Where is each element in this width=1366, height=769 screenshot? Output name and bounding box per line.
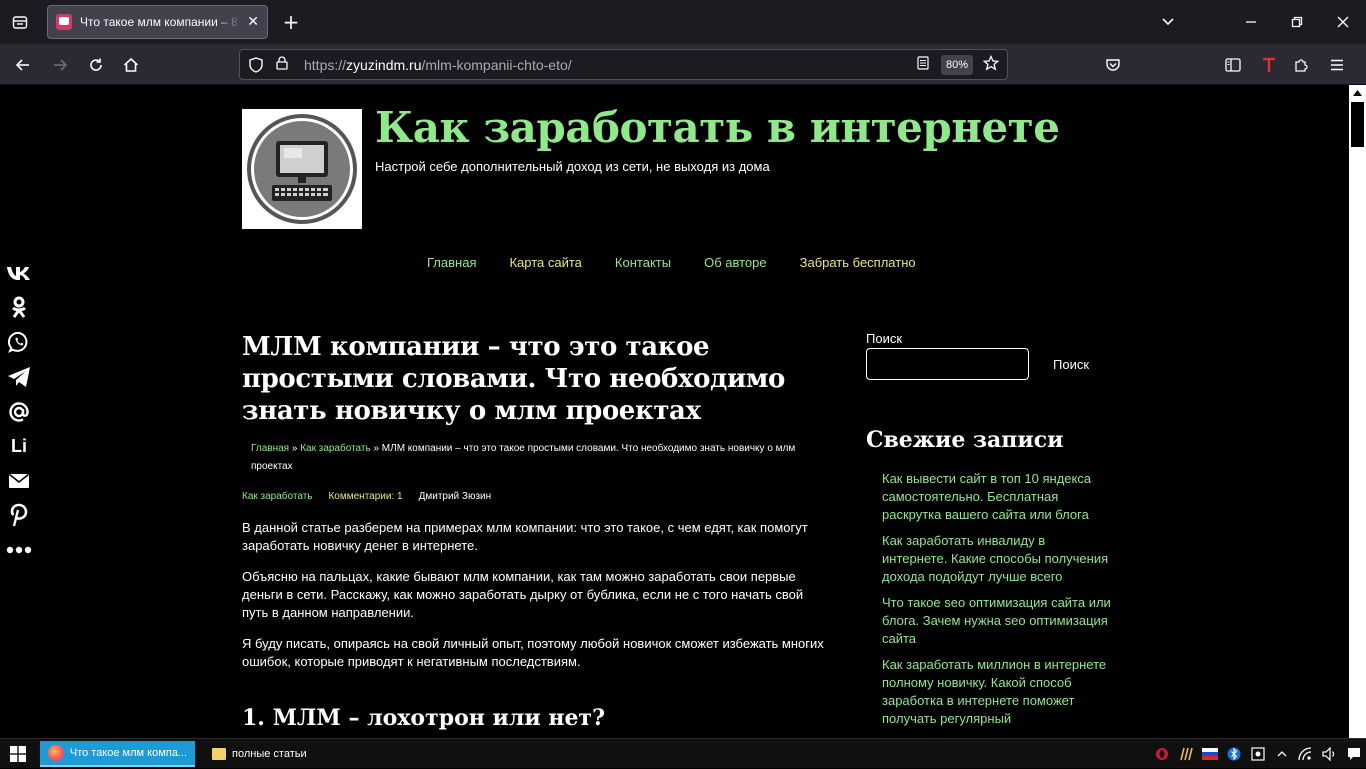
reload-icon[interactable] <box>83 52 109 78</box>
taskbar-folder-window[interactable]: полные статьи <box>204 741 369 767</box>
home-icon[interactable] <box>118 52 144 78</box>
meta-category-link[interactable]: Как заработать <box>242 491 312 502</box>
new-tab-button[interactable]: + <box>279 10 303 34</box>
url-text[interactable]: https://zyuzindm.ru/mlm-kompanii-chto-et… <box>304 57 913 73</box>
odnoklassniki-icon[interactable] <box>0 291 38 326</box>
taskbar-firefox-window[interactable]: Что такое млм компа... <box>40 741 195 767</box>
pocket-button[interactable] <box>1100 52 1126 78</box>
site-favicon-icon <box>56 14 72 30</box>
bluetooth-icon[interactable] <box>1222 739 1246 769</box>
lock-icon[interactable] <box>276 56 290 73</box>
article-title: МЛМ компании – что это такое простыми сл… <box>242 332 785 426</box>
menu-item-home[interactable]: Главная <box>427 255 476 270</box>
screen-capture-icon[interactable] <box>1246 739 1270 769</box>
taskbar-folder-label: полные статьи <box>232 748 307 760</box>
livejournal-icon[interactable]: Li <box>0 429 38 464</box>
section-heading: 1. МЛМ – лохотрон или нет? <box>242 705 605 731</box>
recent-posts-list: Как вывести сайт в топ 10 яндекса самост… <box>882 470 1114 736</box>
tab-close-icon[interactable]: ✕ <box>247 14 259 30</box>
windows-taskbar: Что такое млм компа... полные статьи <box>0 738 1366 768</box>
sidebar-icon[interactable] <box>1220 52 1246 78</box>
search-input[interactable] <box>866 348 1029 380</box>
tracking-protection-shield-icon[interactable] <box>248 56 264 73</box>
back-icon[interactable] <box>10 52 36 78</box>
address-bar[interactable]: https://zyuzindm.ru/mlm-kompanii-chto-et… <box>239 49 1008 80</box>
recent-post-link[interactable]: Как заработать миллион в интернете полно… <box>882 656 1114 728</box>
recent-post-link[interactable]: Как вывести сайт в топ 10 яндекса самост… <box>882 470 1114 524</box>
livejournal-label: Li <box>11 435 27 456</box>
site-logo[interactable] <box>242 109 362 229</box>
wifi-icon[interactable] <box>1294 739 1318 769</box>
reader-view-icon[interactable] <box>913 55 933 74</box>
minimize-icon[interactable] <box>1228 0 1274 44</box>
recent-post-link[interactable]: Что такое seo оптимизация сайта или блог… <box>882 594 1114 648</box>
menu-item-about[interactable]: Об авторе <box>704 255 767 270</box>
recent-post-link[interactable]: Как заработать инвалиду в интернете. Как… <box>882 532 1114 586</box>
menu-item-free[interactable]: Забрать бесплатно <box>800 255 916 270</box>
taskbar-firefox-label: Что такое млм компа... <box>69 747 187 759</box>
recent-posts-heading: Свежие записи <box>866 427 1064 453</box>
system-tray <box>1150 739 1366 769</box>
more-icon[interactable] <box>0 533 38 568</box>
tab-active[interactable]: Что такое млм компании – 8 эффективных ✕ <box>47 5 268 39</box>
menu-item-sitemap[interactable]: Карта сайта <box>509 255 581 270</box>
article-meta: Как заработать Комментарии: 1 Дмитрий Зю… <box>242 491 491 502</box>
telegram-icon[interactable] <box>0 360 38 395</box>
restore-icon[interactable] <box>1274 0 1320 44</box>
stripes-app-icon[interactable] <box>1174 739 1198 769</box>
site-title[interactable]: Как заработать в интернете <box>375 103 1060 152</box>
list-all-tabs-icon[interactable] <box>1156 10 1180 34</box>
menu-hamburger-icon[interactable] <box>1324 52 1350 78</box>
paragraph: Я буду писать, опираясь на свой личный о… <box>242 636 824 669</box>
opera-icon[interactable] <box>1150 739 1174 769</box>
social-share-bar: Li <box>0 256 38 567</box>
main-menu: Главная Карта сайта Контакты Об авторе З… <box>427 255 949 270</box>
navigation-toolbar: https://zyuzindm.ru/mlm-kompanii-chto-et… <box>0 44 1366 85</box>
email-icon[interactable] <box>0 464 38 499</box>
site-description: Настрой себе дополнительный доход из сет… <box>375 159 770 174</box>
paragraph: Объясню на пальцах, какие бывают млм ком… <box>242 569 804 620</box>
pinterest-icon[interactable] <box>0 498 38 533</box>
volume-icon[interactable] <box>1318 739 1342 769</box>
page-scrollbar[interactable] <box>1349 85 1366 738</box>
folder-icon <box>212 748 226 760</box>
language-flag-icon[interactable] <box>1198 739 1222 769</box>
scroll-thumb[interactable] <box>1351 102 1364 147</box>
whatsapp-icon[interactable] <box>0 325 38 360</box>
breadcrumb-home[interactable]: Главная <box>251 443 289 454</box>
page-content: Как заработать в интернете Настрой себе … <box>0 85 1349 738</box>
mail-ru-icon[interactable] <box>0 394 38 429</box>
extensions-puzzle-icon[interactable] <box>1288 52 1314 78</box>
breadcrumb: Главная » Как заработать » МЛМ компании … <box>251 443 796 472</box>
vk-icon[interactable] <box>0 256 38 291</box>
extensions-toolbar <box>1220 52 1350 78</box>
meta-comments-link[interactable]: Комментарии: 1 <box>328 491 402 502</box>
search-label: Поиск <box>866 331 903 346</box>
search-button[interactable]: Поиск <box>1044 349 1099 379</box>
article-body: В данной статье разберем на примерах млм… <box>242 519 827 684</box>
pocket-icon[interactable] <box>1100 52 1126 78</box>
tray-expand-icon[interactable] <box>1270 739 1294 769</box>
meta-author: Дмитрий Зюзин <box>418 491 492 502</box>
notifications-icon[interactable] <box>1342 739 1366 769</box>
breadcrumb-category[interactable]: Как заработать <box>300 443 370 454</box>
translate-extension-icon[interactable] <box>1256 52 1282 78</box>
forward-icon[interactable] <box>47 52 73 78</box>
window-controls <box>1228 0 1366 44</box>
menu-item-contacts[interactable]: Контакты <box>615 255 671 270</box>
zoom-level-badge[interactable]: 80% <box>940 54 973 75</box>
browser-tab-bar: Что такое млм компании – 8 эффективных ✕… <box>0 0 1366 44</box>
scroll-up-arrow-icon[interactable] <box>1349 85 1366 101</box>
tab-title: Что такое млм компании – 8 эффективных <box>80 15 241 29</box>
close-window-icon[interactable] <box>1320 0 1366 44</box>
windows-start-icon[interactable] <box>0 739 36 769</box>
firefox-icon <box>48 745 64 761</box>
firefox-view-icon[interactable] <box>8 10 32 34</box>
bookmark-star-icon[interactable] <box>981 54 1001 75</box>
paragraph: В данной статье разберем на примерах млм… <box>242 520 808 553</box>
